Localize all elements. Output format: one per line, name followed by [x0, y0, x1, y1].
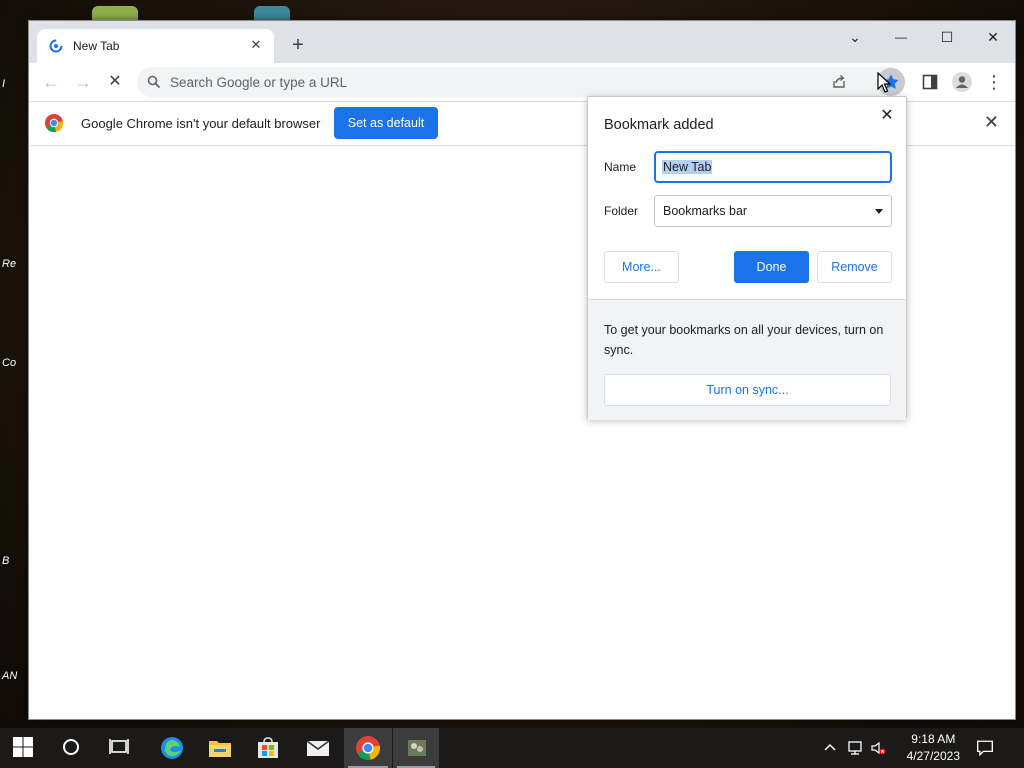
desktop-label[interactable]: B: [2, 555, 9, 567]
caret-down-icon: [875, 209, 883, 214]
folder-select-value: Bookmarks bar: [663, 204, 748, 218]
remove-button[interactable]: Remove: [817, 251, 892, 283]
chrome-menu-icon[interactable]: ⋮: [982, 71, 1006, 93]
chevron-up-icon[interactable]: [822, 740, 838, 756]
infobar-message: Google Chrome isn't your default browser: [81, 116, 321, 131]
name-label: Name: [604, 160, 637, 174]
desktop-icon-partial[interactable]: [254, 6, 290, 20]
task-view-icon: [109, 739, 129, 754]
taskbar-store[interactable]: [244, 728, 292, 768]
search-button[interactable]: [48, 728, 96, 768]
store-icon: [258, 737, 278, 758]
taskbar-app[interactable]: [393, 728, 439, 768]
clock-date: 4/27/2023: [906, 749, 960, 763]
share-icon[interactable]: [831, 74, 847, 90]
desktop-label[interactable]: I: [2, 78, 5, 90]
taskbar-file-explorer[interactable]: [196, 728, 244, 768]
chrome-logo-icon: [45, 114, 63, 132]
taskbar-edge[interactable]: [148, 728, 196, 768]
desktop-label[interactable]: AN: [2, 670, 17, 682]
infobar-close-icon[interactable]: ✕: [984, 112, 999, 133]
done-button[interactable]: Done: [734, 251, 809, 283]
stop-loading-button[interactable]: ✕: [103, 71, 127, 93]
dialog-title: Bookmark added: [604, 117, 714, 133]
minimize-button[interactable]: —: [886, 27, 916, 47]
network-icon[interactable]: [847, 740, 863, 756]
side-panel-icon[interactable]: [922, 74, 938, 90]
taskbar-chrome[interactable]: [344, 728, 392, 768]
clock-time: 9:18 AM: [911, 732, 956, 746]
forward-button[interactable]: →: [71, 71, 95, 93]
tab-close-icon[interactable]: ✕: [246, 35, 266, 55]
mail-icon: [306, 740, 330, 756]
close-icon[interactable]: ✕: [876, 105, 898, 127]
sync-promo: To get your bookmarks on all your device…: [588, 299, 906, 420]
chrome-loading-icon: [49, 39, 63, 53]
maximize-button[interactable]: ☐: [932, 27, 962, 47]
tab-search-icon[interactable]: ⌄: [840, 27, 870, 47]
new-tab-button[interactable]: +: [287, 34, 309, 56]
more-button[interactable]: More...: [604, 251, 679, 283]
desktop-label[interactable]: Re: [2, 258, 16, 270]
chrome-icon: [356, 736, 380, 760]
folder-icon: [209, 741, 231, 757]
back-button[interactable]: ←: [39, 71, 63, 93]
tab-new-tab[interactable]: New Tab ✕: [37, 29, 274, 63]
bookmark-name-input[interactable]: New Tab: [654, 151, 892, 183]
profile-avatar-icon[interactable]: [952, 72, 972, 92]
desktop-label[interactable]: Co: [2, 357, 16, 369]
tab-strip: New Tab ✕ + ⌄ — ☐ ✕: [29, 21, 1015, 63]
turn-on-sync-button[interactable]: Turn on sync...: [604, 374, 891, 406]
search-icon: [147, 75, 161, 89]
mouse-cursor-icon: [877, 72, 891, 93]
desktop-icon-partial[interactable]: [92, 6, 138, 20]
sync-message: To get your bookmarks on all your device…: [604, 323, 884, 357]
folder-select[interactable]: Bookmarks bar: [654, 195, 892, 227]
bookmark-added-dialog: Bookmark added ✕ Name New Tab Folder Boo…: [587, 96, 907, 420]
clock[interactable]: 9:18 AM 4/27/2023: [907, 731, 960, 765]
cortana-circle-icon: [63, 739, 79, 755]
omnibox-placeholder: Search Google or type a URL: [170, 75, 348, 90]
omnibox[interactable]: Search Google or type a URL: [137, 67, 905, 97]
taskbar-mail[interactable]: [294, 728, 342, 768]
start-button[interactable]: [0, 728, 48, 768]
taskbar: 9:18 AM 4/27/2023: [0, 728, 1024, 768]
app-icon: [408, 740, 426, 756]
set-as-default-button[interactable]: Set as default: [334, 107, 438, 139]
task-view-button[interactable]: [96, 728, 144, 768]
name-input-value: New Tab: [662, 160, 713, 174]
windows-logo-icon: [13, 737, 33, 757]
edge-icon: [161, 737, 183, 759]
folder-label: Folder: [604, 204, 639, 218]
volume-muted-icon[interactable]: [870, 740, 886, 756]
tab-title: New Tab: [73, 39, 120, 53]
close-window-button[interactable]: ✕: [978, 27, 1008, 47]
notifications-icon[interactable]: [976, 739, 994, 757]
